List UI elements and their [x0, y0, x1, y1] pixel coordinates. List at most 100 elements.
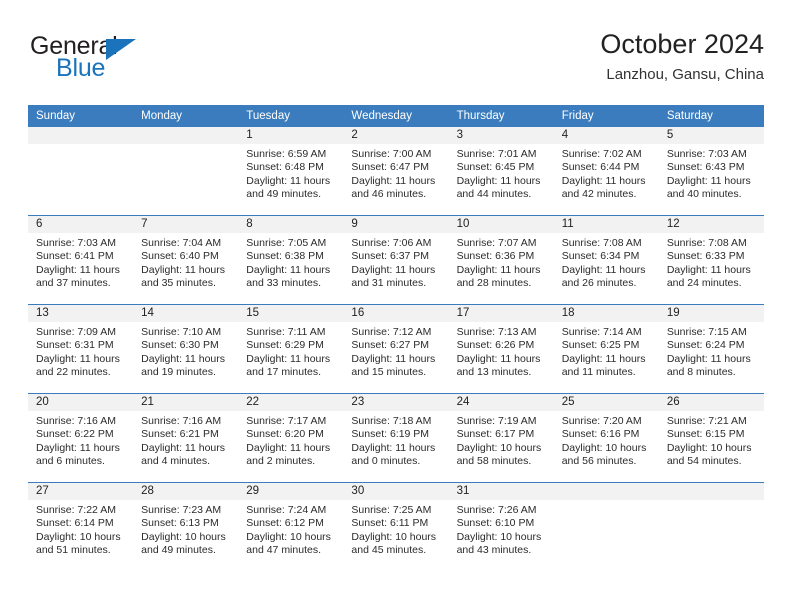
- day-details: Sunrise: 7:15 AM Sunset: 6:24 PM Dayligh…: [659, 322, 764, 380]
- daylight-text-line1: Daylight: 11 hours: [456, 352, 541, 365]
- day-cell[interactable]: 10 Sunrise: 7:07 AM Sunset: 6:36 PM Dayl…: [448, 215, 554, 305]
- day-number: 18: [553, 305, 659, 322]
- day-cell[interactable]: 27 Sunrise: 7:22 AM Sunset: 6:14 PM Dayl…: [28, 482, 134, 571]
- daylight-text-line2: and 11 minutes.: [561, 366, 636, 379]
- day-details: Sunrise: 7:04 AM Sunset: 6:40 PM Dayligh…: [133, 233, 238, 291]
- day-cell[interactable]: 28 Sunrise: 7:23 AM Sunset: 6:13 PM Dayl…: [133, 482, 239, 571]
- daylight-text-line2: and 26 minutes.: [561, 277, 637, 290]
- sunrise-text: Sunrise: 7:09 AM: [36, 326, 116, 338]
- day-cell[interactable]: 26 Sunrise: 7:21 AM Sunset: 6:15 PM Dayl…: [658, 393, 764, 483]
- sunset-text: Sunset: 6:45 PM: [456, 161, 535, 174]
- daylight-text-line1: Daylight: 11 hours: [351, 263, 436, 276]
- day-cell[interactable]: 14 Sunrise: 7:10 AM Sunset: 6:30 PM Dayl…: [133, 304, 239, 394]
- day-cell[interactable]: 15 Sunrise: 7:11 AM Sunset: 6:29 PM Dayl…: [238, 304, 344, 394]
- calendar-page: General Blue October 2024 Lanzhou, Gansu…: [0, 0, 792, 612]
- calendar-week-row: 20 Sunrise: 7:16 AM Sunset: 6:22 PM Dayl…: [28, 393, 764, 483]
- day-cell[interactable]: 30 Sunrise: 7:25 AM Sunset: 6:11 PM Dayl…: [343, 482, 449, 571]
- sunrise-text: Sunrise: 7:13 AM: [456, 326, 537, 338]
- day-cell[interactable]: 3 Sunrise: 7:01 AM Sunset: 6:45 PM Dayli…: [448, 127, 554, 216]
- day-cell[interactable]: 2 Sunrise: 7:00 AM Sunset: 6:47 PM Dayli…: [343, 127, 449, 216]
- daylight-text-line2: and 28 minutes.: [456, 277, 532, 290]
- day-details: Sunrise: 7:08 AM Sunset: 6:34 PM Dayligh…: [554, 233, 659, 291]
- day-cell[interactable]: 19 Sunrise: 7:15 AM Sunset: 6:24 PM Dayl…: [658, 304, 764, 394]
- daylight-text-line1: Daylight: 10 hours: [666, 441, 752, 454]
- day-cell[interactable]: 9 Sunrise: 7:06 AM Sunset: 6:37 PM Dayli…: [343, 215, 449, 305]
- day-cell[interactable]: 5 Sunrise: 7:03 AM Sunset: 6:43 PM Dayli…: [658, 127, 764, 216]
- sunrise-text: Sunrise: 7:05 AM: [246, 237, 327, 249]
- sunset-text: Sunset: 6:38 PM: [246, 250, 324, 263]
- day-cell[interactable]: 4 Sunrise: 7:02 AM Sunset: 6:44 PM Dayli…: [553, 127, 659, 216]
- daylight-text-line1: Daylight: 11 hours: [246, 174, 331, 187]
- day-number: 12: [658, 216, 764, 233]
- daylight-text-line1: Daylight: 11 hours: [666, 174, 751, 187]
- page-title: October 2024: [600, 29, 764, 59]
- daylight-text-line2: and 35 minutes.: [141, 277, 216, 290]
- brand-logo[interactable]: General Blue: [28, 32, 228, 84]
- day-cell[interactable]: 16 Sunrise: 7:12 AM Sunset: 6:27 PM Dayl…: [343, 304, 449, 394]
- day-cell[interactable]: 21 Sunrise: 7:16 AM Sunset: 6:21 PM Dayl…: [133, 393, 239, 483]
- day-details: [28, 144, 133, 148]
- day-cell[interactable]: 24 Sunrise: 7:19 AM Sunset: 6:17 PM Dayl…: [448, 393, 554, 483]
- day-cell: [28, 127, 134, 216]
- day-details: Sunrise: 7:00 AM Sunset: 6:47 PM Dayligh…: [343, 144, 448, 202]
- day-details: Sunrise: 7:05 AM Sunset: 6:38 PM Dayligh…: [238, 233, 343, 291]
- sunset-text: Sunset: 6:33 PM: [666, 250, 745, 263]
- sunrise-text: Sunrise: 7:07 AM: [456, 237, 537, 249]
- day-cell[interactable]: 25 Sunrise: 7:20 AM Sunset: 6:16 PM Dayl…: [553, 393, 659, 483]
- sunrise-text: Sunrise: 7:25 AM: [351, 504, 432, 516]
- day-cell[interactable]: 31 Sunrise: 7:26 AM Sunset: 6:10 PM Dayl…: [448, 482, 554, 571]
- weekday-header-friday: Friday: [553, 105, 659, 127]
- day-details: Sunrise: 7:23 AM Sunset: 6:13 PM Dayligh…: [133, 500, 238, 558]
- daylight-text-line1: Daylight: 11 hours: [666, 352, 751, 365]
- sunrise-text: Sunrise: 7:01 AM: [456, 148, 537, 160]
- day-number: 17: [448, 305, 554, 322]
- day-number: 27: [28, 483, 134, 500]
- day-cell[interactable]: 8 Sunrise: 7:05 AM Sunset: 6:38 PM Dayli…: [238, 215, 344, 305]
- day-number: 4: [553, 127, 659, 144]
- daylight-text-line1: Daylight: 10 hours: [246, 530, 331, 543]
- day-cell[interactable]: 1 Sunrise: 6:59 AM Sunset: 6:48 PM Dayli…: [238, 127, 344, 216]
- day-details: Sunrise: 7:07 AM Sunset: 6:36 PM Dayligh…: [449, 233, 554, 291]
- day-cell[interactable]: 12 Sunrise: 7:08 AM Sunset: 6:33 PM Dayl…: [658, 215, 764, 305]
- sunset-text: Sunset: 6:19 PM: [351, 428, 430, 441]
- title-block: October 2024 Lanzhou, Gansu, China: [600, 28, 764, 86]
- sunrise-text: Sunrise: 7:04 AM: [141, 237, 222, 249]
- day-cell[interactable]: 22 Sunrise: 7:17 AM Sunset: 6:20 PM Dayl…: [238, 393, 344, 483]
- sunrise-text: Sunrise: 7:03 AM: [36, 237, 116, 249]
- daylight-text-line1: Daylight: 10 hours: [351, 530, 437, 543]
- sunrise-sunset-calendar: Sunday Monday Tuesday Wednesday Thursday…: [28, 105, 764, 571]
- day-details: Sunrise: 7:16 AM Sunset: 6:22 PM Dayligh…: [28, 411, 133, 469]
- weekday-header: Sunday Monday Tuesday Wednesday Thursday…: [28, 105, 764, 127]
- day-number: 31: [448, 483, 554, 500]
- sunrise-text: Sunrise: 7:00 AM: [351, 148, 432, 160]
- sunset-text: Sunset: 6:34 PM: [561, 250, 640, 263]
- day-cell[interactable]: 7 Sunrise: 7:04 AM Sunset: 6:40 PM Dayli…: [133, 215, 239, 305]
- triangle-flag-icon: [106, 39, 136, 60]
- sunset-text: Sunset: 6:24 PM: [666, 339, 745, 352]
- day-number: 2: [343, 127, 449, 144]
- day-details: Sunrise: 7:09 AM Sunset: 6:31 PM Dayligh…: [28, 322, 133, 380]
- weekday-header-saturday: Saturday: [658, 105, 764, 127]
- sunrise-text: Sunrise: 7:23 AM: [141, 504, 222, 516]
- day-number: 6: [28, 216, 134, 233]
- day-details: Sunrise: 7:14 AM Sunset: 6:25 PM Dayligh…: [554, 322, 659, 380]
- day-cell[interactable]: 6 Sunrise: 7:03 AM Sunset: 6:41 PM Dayli…: [28, 215, 134, 305]
- weekday-header-thursday: Thursday: [448, 105, 554, 127]
- day-cell[interactable]: 23 Sunrise: 7:18 AM Sunset: 6:19 PM Dayl…: [343, 393, 449, 483]
- day-number: 26: [658, 394, 764, 411]
- daylight-text-line1: Daylight: 11 hours: [561, 174, 646, 187]
- day-details: Sunrise: 7:20 AM Sunset: 6:16 PM Dayligh…: [554, 411, 659, 469]
- day-cell[interactable]: 20 Sunrise: 7:16 AM Sunset: 6:22 PM Dayl…: [28, 393, 134, 483]
- sunset-text: Sunset: 6:43 PM: [666, 161, 745, 174]
- day-cell[interactable]: 17 Sunrise: 7:13 AM Sunset: 6:26 PM Dayl…: [448, 304, 554, 394]
- day-cell[interactable]: 11 Sunrise: 7:08 AM Sunset: 6:34 PM Dayl…: [553, 215, 659, 305]
- day-cell[interactable]: 29 Sunrise: 7:24 AM Sunset: 6:12 PM Dayl…: [238, 482, 344, 571]
- daylight-text-line1: Daylight: 10 hours: [561, 441, 647, 454]
- calendar-week-row: 13 Sunrise: 7:09 AM Sunset: 6:31 PM Dayl…: [28, 304, 764, 394]
- day-number: 1: [238, 127, 344, 144]
- sunset-text: Sunset: 6:37 PM: [351, 250, 430, 263]
- day-details: Sunrise: 7:08 AM Sunset: 6:33 PM Dayligh…: [659, 233, 764, 291]
- day-cell[interactable]: 18 Sunrise: 7:14 AM Sunset: 6:25 PM Dayl…: [553, 304, 659, 394]
- day-cell[interactable]: 13 Sunrise: 7:09 AM Sunset: 6:31 PM Dayl…: [28, 304, 134, 394]
- day-details: [554, 500, 659, 504]
